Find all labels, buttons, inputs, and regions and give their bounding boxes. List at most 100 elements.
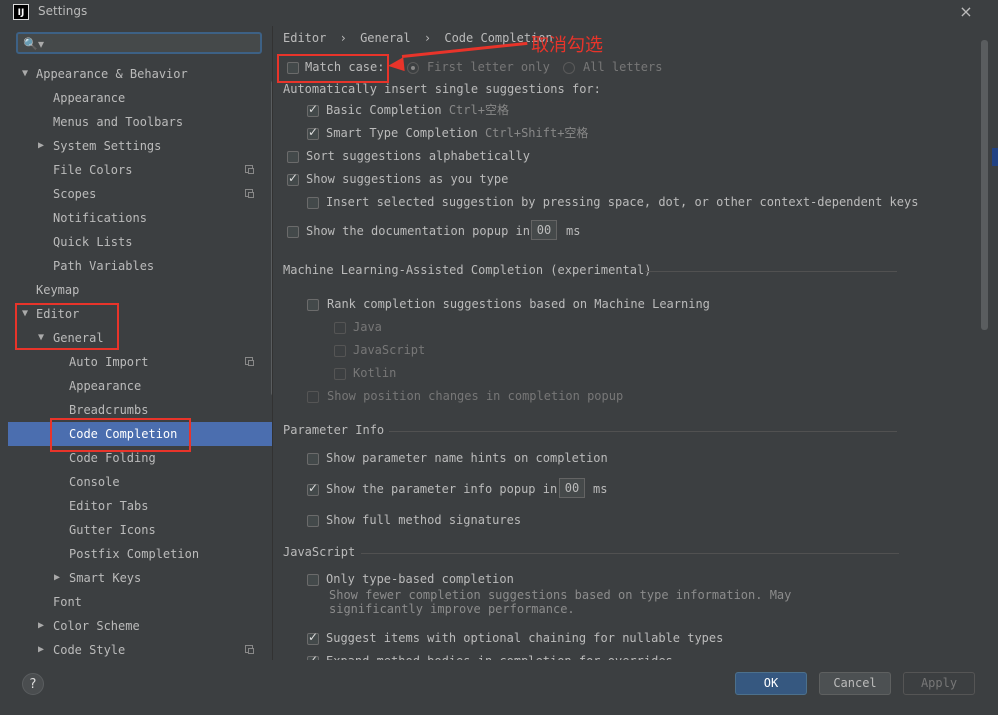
full-signatures-checkbox[interactable] bbox=[307, 515, 319, 527]
tree-item[interactable]: Postfix Completion bbox=[8, 542, 272, 566]
type-based-checkbox[interactable] bbox=[307, 574, 319, 586]
help-icon[interactable]: ? bbox=[22, 673, 44, 695]
annotation-text: 取消勾选 bbox=[531, 35, 603, 56]
section-divider bbox=[645, 271, 897, 272]
tree-item-label: File Colors bbox=[53, 163, 133, 177]
chevron-right-icon[interactable]: ▶ bbox=[38, 638, 44, 660]
doc-popup-label: Show the documentation popup in bbox=[306, 224, 530, 238]
search-input[interactable] bbox=[46, 35, 250, 53]
first-letter-radio[interactable] bbox=[407, 62, 419, 74]
tree-item-label: Appearance bbox=[69, 379, 142, 393]
ml-rank-checkbox[interactable] bbox=[307, 299, 319, 311]
tree-item[interactable]: Appearance bbox=[8, 86, 272, 110]
chevron-right-icon[interactable]: ▶ bbox=[38, 134, 44, 158]
tree-item[interactable]: ▼ Appearance & Behavior bbox=[8, 62, 272, 86]
tree-item[interactable]: Appearance bbox=[8, 374, 272, 398]
type-based-description-2: significantly improve performance. bbox=[329, 602, 575, 616]
tree-item[interactable]: Font bbox=[8, 590, 272, 614]
sort-alpha-checkbox[interactable] bbox=[287, 151, 299, 163]
chevron-right-icon[interactable]: ▶ bbox=[38, 614, 44, 638]
param-popup-label: Show the parameter info popup in bbox=[326, 482, 558, 496]
ml-show-position-checkbox[interactable] bbox=[307, 391, 319, 403]
doc-popup-unit: ms bbox=[566, 224, 581, 238]
basic-completion-checkbox[interactable] bbox=[307, 102, 319, 117]
show-as-type-checkbox[interactable] bbox=[287, 171, 299, 186]
param-popup-delay-input[interactable]: 00 bbox=[559, 478, 585, 498]
smart-completion-text: Smart Type Completion bbox=[326, 126, 478, 140]
tree-item-label: Smart Keys bbox=[69, 571, 142, 585]
optional-chaining-checkbox[interactable] bbox=[307, 630, 319, 645]
tree-item[interactable]: Quick Lists bbox=[8, 230, 272, 254]
expand-method-label: Expand method bodies in completion for o… bbox=[326, 651, 673, 660]
tree-item-label: Menus and Toolbars bbox=[53, 115, 184, 129]
tree-item[interactable]: Console bbox=[8, 470, 272, 494]
insert-selected-checkbox[interactable] bbox=[307, 197, 319, 209]
basic-completion-text: Basic Completion bbox=[326, 103, 442, 117]
tree-item[interactable]: Gutter Icons bbox=[8, 518, 272, 542]
tree-item-label: Font bbox=[53, 595, 82, 609]
tree-item[interactable]: Path Variables bbox=[8, 254, 272, 278]
param-popup-checkbox[interactable] bbox=[307, 481, 319, 496]
project-scope-icon bbox=[245, 165, 254, 174]
tree-item-label: Gutter Icons bbox=[69, 523, 156, 537]
type-based-description-1: Show fewer completion suggestions based … bbox=[329, 588, 792, 602]
cancel-button[interactable]: Cancel bbox=[819, 672, 891, 695]
annotation-box-editor-general bbox=[15, 303, 119, 350]
tree-item-label: Quick Lists bbox=[53, 235, 133, 249]
search-field[interactable]: 🔍▾ bbox=[16, 32, 262, 54]
annotation-box-match-case bbox=[277, 54, 389, 83]
tree-item[interactable]: Menus and Toolbars bbox=[8, 110, 272, 134]
tree-item-label: Code Style bbox=[53, 643, 126, 657]
tree-item[interactable]: ▶ Smart Keys bbox=[8, 566, 272, 590]
close-icon[interactable]: × bbox=[956, 2, 976, 22]
sort-alpha-label: Sort suggestions alphabetically bbox=[306, 149, 530, 163]
ml-java-checkbox[interactable] bbox=[334, 322, 346, 334]
smart-completion-checkbox[interactable] bbox=[307, 125, 319, 140]
param-hints-checkbox[interactable] bbox=[307, 453, 319, 465]
basic-completion-shortcut: Ctrl+空格 bbox=[448, 103, 509, 117]
chevron-down-icon[interactable]: ▼ bbox=[22, 62, 28, 86]
ml-javascript-label: JavaScript bbox=[353, 343, 426, 357]
chevron-right-icon[interactable]: ▶ bbox=[54, 566, 60, 590]
show-as-type-label: Show suggestions as you type bbox=[306, 172, 509, 186]
content-scrollbar[interactable] bbox=[981, 40, 988, 330]
tree-item[interactable]: Keymap bbox=[8, 278, 272, 302]
ml-kotlin-checkbox[interactable] bbox=[334, 368, 346, 380]
tree-item-label: Postfix Completion bbox=[69, 547, 200, 561]
full-signatures-label: Show full method signatures bbox=[326, 513, 522, 527]
window-title: Settings bbox=[38, 4, 88, 18]
tree-item[interactable]: Notifications bbox=[8, 206, 272, 230]
section-divider bbox=[389, 431, 897, 432]
project-scope-icon bbox=[245, 189, 254, 198]
smart-completion-shortcut: Ctrl+Shift+空格 bbox=[484, 126, 589, 140]
tree-item-label: Notifications bbox=[53, 211, 147, 225]
ok-button[interactable]: OK bbox=[735, 672, 807, 695]
tree-item[interactable]: Scopes bbox=[8, 182, 272, 206]
ml-javascript-checkbox[interactable] bbox=[334, 345, 346, 357]
tree-item[interactable]: ▶ Code Style bbox=[8, 638, 272, 660]
param-hints-label: Show parameter name hints on completion bbox=[326, 451, 608, 465]
param-popup-unit: ms bbox=[593, 482, 608, 496]
tree-item-label: Console bbox=[69, 475, 120, 489]
type-based-label: Only type-based completion bbox=[326, 572, 514, 586]
ml-section-title: Machine Learning-Assisted Completion (ex… bbox=[283, 263, 652, 277]
tree-item[interactable]: ▶ System Settings bbox=[8, 134, 272, 158]
apply-button[interactable]: Apply bbox=[903, 672, 975, 695]
all-letters-radio[interactable] bbox=[563, 62, 575, 74]
doc-popup-checkbox[interactable] bbox=[287, 226, 299, 238]
background-fragment bbox=[992, 148, 998, 166]
tree-item[interactable]: ▶ Color Scheme bbox=[8, 614, 272, 638]
tree-item-label: Keymap bbox=[36, 283, 80, 297]
dialog-button-bar: ? OK Cancel Apply bbox=[0, 660, 998, 715]
breadcrumb-separator: › bbox=[339, 31, 347, 45]
title-bar: IJ Settings × bbox=[0, 0, 998, 26]
tree-item[interactable]: File Colors bbox=[8, 158, 272, 182]
javascript-section-title: JavaScript bbox=[283, 545, 356, 559]
tree-item-label: Color Scheme bbox=[53, 619, 140, 633]
tree-item[interactable]: Auto Import bbox=[8, 350, 272, 374]
doc-popup-delay-input[interactable]: 00 bbox=[531, 220, 557, 240]
tree-item-label: Editor Tabs bbox=[69, 499, 149, 513]
param-info-section-title: Parameter Info bbox=[283, 423, 385, 437]
tree-item[interactable]: Editor Tabs bbox=[8, 494, 272, 518]
tree-item-label: Appearance bbox=[53, 91, 126, 105]
